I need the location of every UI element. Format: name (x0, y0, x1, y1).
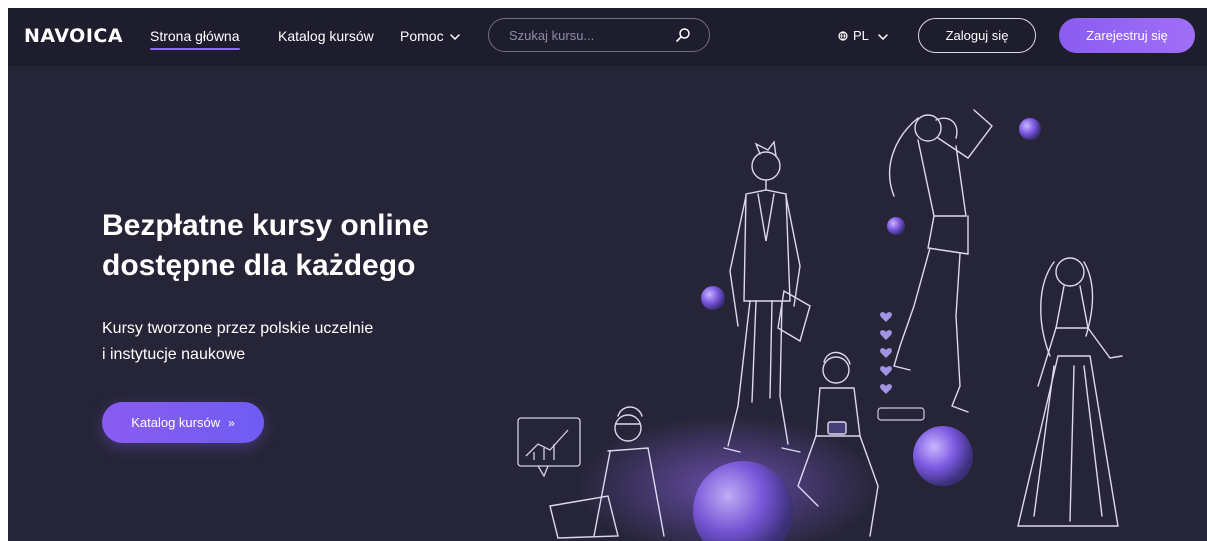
double-chevron-right-icon: » (228, 416, 235, 430)
hearts-decoration (877, 312, 925, 421)
orb-decoration (887, 217, 905, 235)
hero-subtitle-line-1: Kursy tworzone przez polskie uczelnie (102, 320, 374, 337)
language-selector[interactable]: PL (838, 28, 888, 43)
nav-catalog-link[interactable]: Katalog kursów (278, 28, 374, 44)
orb-decoration (701, 286, 725, 310)
chart-card-illustration (517, 417, 581, 478)
hero-title: Bezpłatne kursy online dostępne dla każd… (102, 206, 562, 286)
search-input[interactable] (507, 27, 661, 44)
person-standing-illustration (723, 140, 811, 453)
chevron-down-icon (878, 33, 888, 40)
register-button[interactable]: Zarejestruj się (1059, 18, 1195, 53)
page-frame: NAVOICA Strona główna Katalog kursów Pom… (8, 8, 1207, 541)
top-navbar: NAVOICA Strona główna Katalog kursów Pom… (8, 8, 1207, 66)
orb-decoration (913, 426, 973, 486)
language-label: PL (853, 28, 869, 43)
hero-title-line-1: Bezpłatne kursy online (102, 209, 429, 242)
nav-home-link[interactable]: Strona główna (150, 28, 240, 50)
orb-decoration (1019, 118, 1041, 140)
nav-help-label: Pomoc (400, 28, 444, 44)
search-box (488, 18, 710, 52)
hero-subtitle-line-2: i instytucje naukowe (102, 346, 246, 363)
hero-illustration (517, 109, 1123, 541)
login-button[interactable]: Zaloguj się (918, 18, 1036, 53)
person-jumping-illustration (889, 109, 993, 413)
navoica-logo[interactable]: NAVOICA (24, 25, 123, 47)
cta-label: Katalog kursów (131, 415, 221, 430)
person-dress-illustration (1017, 257, 1123, 527)
search-icon[interactable] (675, 27, 691, 43)
hero-title-line-2: dostępne dla każdego (102, 249, 416, 282)
catalog-cta-button[interactable]: Katalog kursów » (102, 402, 264, 443)
nav-help-menu[interactable]: Pomoc (400, 28, 460, 44)
globe-icon (838, 31, 848, 41)
chevron-down-icon (449, 34, 460, 41)
hero-subtitle: Kursy tworzone przez polskie uczelnie i … (102, 316, 462, 368)
